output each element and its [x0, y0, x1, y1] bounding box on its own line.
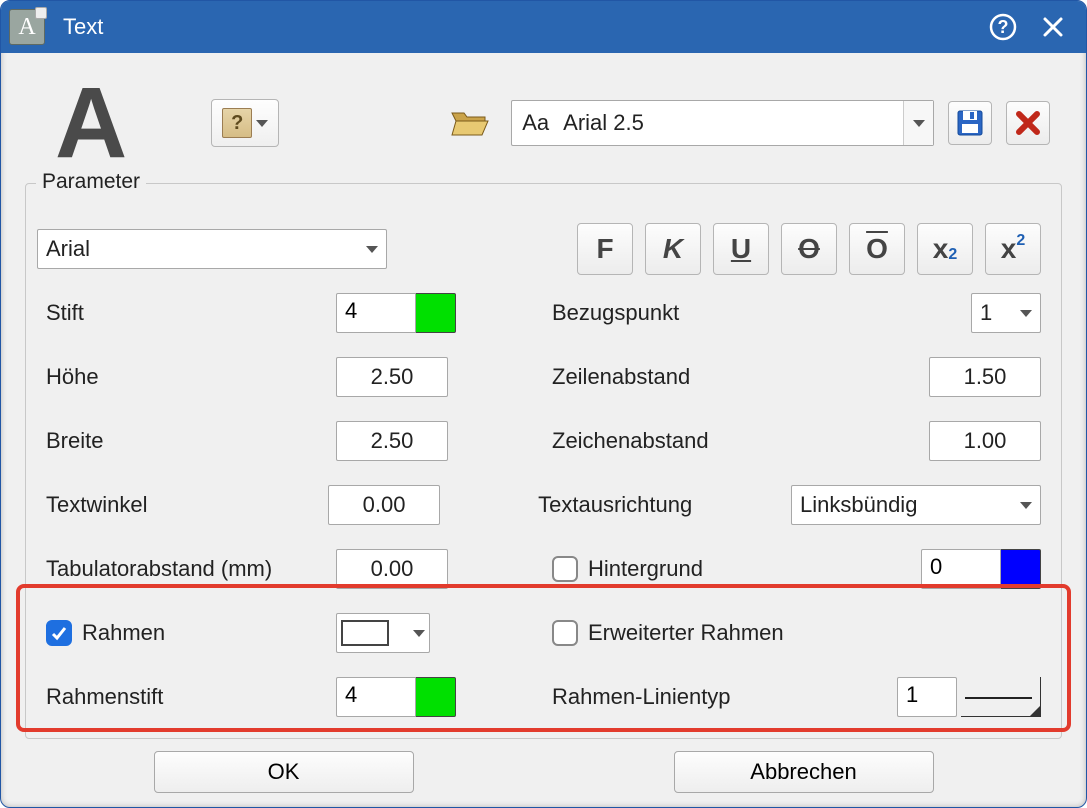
- pen-value[interactable]: 4: [336, 293, 416, 333]
- height-label: Höhe: [46, 364, 336, 390]
- extframe-checkbox[interactable]: [552, 620, 578, 646]
- frame-checkbox[interactable]: [46, 620, 72, 646]
- superscript-button[interactable]: x2: [985, 223, 1041, 275]
- background-field[interactable]: 0: [921, 549, 1041, 589]
- check-icon: [50, 624, 68, 642]
- save-preset-button[interactable]: [948, 101, 992, 145]
- framepen-value[interactable]: 4: [336, 677, 416, 717]
- refpoint-label: Bezugspunkt: [552, 300, 812, 326]
- text-tool-icon: A: [55, 73, 127, 173]
- pen-label: Stift: [46, 300, 336, 326]
- open-folder-button[interactable]: [447, 100, 493, 146]
- rectangle-icon: [341, 620, 389, 646]
- width-label: Breite: [46, 428, 336, 454]
- top-strip: A ? Aa Arial 2.5: [1, 53, 1086, 173]
- window-title: Text: [63, 14, 103, 40]
- help-icon: ?: [989, 13, 1017, 41]
- delete-preset-button[interactable]: [1006, 101, 1050, 145]
- bold-button[interactable]: F: [577, 223, 633, 275]
- strikethrough-button[interactable]: O: [781, 223, 837, 275]
- framelinetype-value[interactable]: 1: [897, 677, 957, 717]
- height-input[interactable]: [336, 357, 448, 397]
- subscript-button[interactable]: x2: [917, 223, 973, 275]
- chevron-down-icon: [413, 630, 425, 637]
- framelinetype-label: Rahmen-Linientyp: [552, 684, 812, 710]
- linespacing-input[interactable]: [929, 357, 1041, 397]
- charspacing-label: Zeichenabstand: [552, 428, 812, 454]
- help-button[interactable]: ?: [978, 1, 1028, 53]
- framepen-color-swatch[interactable]: [416, 677, 456, 717]
- frame-label: Rahmen: [82, 620, 165, 646]
- save-icon: [955, 108, 985, 138]
- delete-icon: [1014, 109, 1042, 137]
- frame-shape-select[interactable]: [336, 613, 430, 653]
- overline-button[interactable]: O: [849, 223, 905, 275]
- textalign-value: Linksbündig: [800, 492, 917, 518]
- footer: OK Abbrechen: [1, 739, 1086, 808]
- cancel-button[interactable]: Abbrechen: [674, 751, 934, 793]
- font-family-select[interactable]: Arial: [37, 229, 387, 269]
- text-dialog: A Text ? A ?: [0, 0, 1087, 808]
- background-color-swatch[interactable]: [1001, 549, 1041, 589]
- underline-button[interactable]: U: [713, 223, 769, 275]
- chevron-down-icon: [358, 230, 386, 268]
- chevron-down-icon: [1012, 486, 1040, 524]
- chevron-down-icon: [256, 120, 268, 127]
- parameter-group: Parameter Aa Arial F K U O O x2: [25, 183, 1062, 739]
- titlebar: A Text ?: [1, 1, 1086, 53]
- chevron-down-icon: [903, 101, 933, 145]
- tabspacing-label: Tabulatorabstand (mm): [46, 556, 336, 582]
- app-icon: A: [9, 9, 45, 45]
- chevron-down-icon: [1012, 294, 1040, 332]
- refpoint-select[interactable]: 1: [971, 293, 1041, 333]
- textalign-label: Textausrichtung: [538, 492, 791, 518]
- group-title: Parameter: [36, 170, 146, 194]
- font-family-value: Arial: [46, 236, 90, 262]
- textalign-select[interactable]: Linksbündig: [791, 485, 1041, 525]
- close-button[interactable]: [1028, 1, 1078, 53]
- textangle-label: Textwinkel: [46, 492, 328, 518]
- framepen-label: Rahmenstift: [46, 684, 336, 710]
- linespacing-label: Zeilenabstand: [552, 364, 812, 390]
- preset-select[interactable]: Aa Arial 2.5: [511, 100, 934, 146]
- dialog-content: A ? Aa Arial 2.5: [1, 53, 1086, 808]
- help-dropdown[interactable]: ?: [211, 99, 279, 147]
- framelinetype-field[interactable]: 1: [897, 677, 1041, 717]
- preset-value: Arial 2.5: [563, 110, 644, 136]
- preset-prefix: Aa: [522, 110, 549, 136]
- extframe-label: Erweiterter Rahmen: [588, 620, 784, 646]
- pen-field[interactable]: 4: [336, 293, 456, 333]
- book-icon: ?: [222, 108, 252, 138]
- background-label: Hintergrund: [588, 556, 703, 582]
- refpoint-value: 1: [980, 300, 992, 326]
- charspacing-input[interactable]: [929, 421, 1041, 461]
- folder-open-icon: [450, 107, 490, 139]
- textangle-input[interactable]: [328, 485, 440, 525]
- width-input[interactable]: [336, 421, 448, 461]
- linetype-preview-icon: [961, 677, 1041, 717]
- svg-text:?: ?: [998, 17, 1009, 37]
- italic-button[interactable]: K: [645, 223, 701, 275]
- ok-button[interactable]: OK: [154, 751, 414, 793]
- tabspacing-input[interactable]: [336, 549, 448, 589]
- close-icon: [1042, 16, 1064, 38]
- background-checkbox[interactable]: [552, 556, 578, 582]
- framepen-field[interactable]: 4: [336, 677, 456, 717]
- background-value[interactable]: 0: [921, 549, 1001, 589]
- pen-color-swatch[interactable]: [416, 293, 456, 333]
